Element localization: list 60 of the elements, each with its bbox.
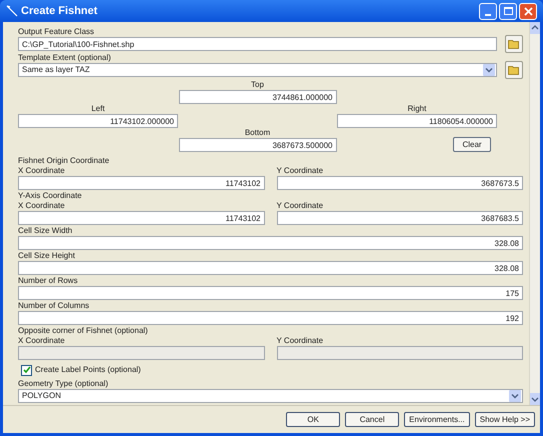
close-button[interactable] (519, 2, 537, 20)
field-label: Y Coordinate (276, 166, 324, 176)
folder-icon (508, 65, 520, 75)
input-field[interactable]: 3687673.500000 (178, 138, 336, 152)
field-label: Cell Size Height (18, 251, 76, 261)
browse-button[interactable] (505, 61, 523, 79)
field-label: Y-Axis Coordinate (18, 191, 83, 201)
window-title: Create Fishnet (21, 4, 98, 19)
field-label: Output Feature Class (18, 27, 96, 37)
browse-button[interactable] (505, 35, 523, 53)
field-label: Number of Rows (18, 276, 79, 286)
scrollbar[interactable] (529, 22, 540, 405)
input-field[interactable]: 175 (18, 286, 523, 300)
field-label: Cell Size Width (18, 226, 74, 236)
field-label: X Coordinate (18, 201, 66, 211)
input-field[interactable]: 3687673.5 (276, 176, 523, 190)
input-field[interactable]: 3744861.000000 (178, 90, 336, 104)
dialog-button[interactable]: Cancel (345, 412, 400, 427)
minimize-button[interactable] (479, 2, 497, 20)
tool-icon (6, 5, 18, 17)
dropdown[interactable]: POLYGON (18, 389, 523, 403)
field-label: Bottom (244, 128, 272, 138)
input-field[interactable]: 328.08 (18, 261, 523, 275)
field-label: Right (406, 104, 428, 114)
dropdown-value: Same as layer TAZ (21, 64, 91, 76)
maximize-button[interactable] (499, 2, 517, 20)
input-field[interactable]: 3687683.5 (276, 211, 523, 225)
clear-button[interactable]: Clear (453, 137, 491, 152)
field-label: Left (90, 104, 106, 114)
field-label: X Coordinate (18, 166, 66, 176)
input-field[interactable]: 11743102 (18, 176, 264, 190)
check-icon (22, 366, 30, 374)
input-field[interactable]: 11806054.000000 (337, 114, 497, 128)
input-field[interactable]: 328.08 (18, 236, 523, 250)
field-label: Fishnet Origin Coordinate (18, 156, 110, 166)
dropdown[interactable]: Same as layer TAZ (18, 63, 497, 77)
close-icon (524, 6, 532, 16)
input-field[interactable]: 11743102 (18, 211, 264, 225)
input-field[interactable]: C:\GP_Tutorial\100-Fishnet.shp (18, 37, 497, 51)
field-label: X Coordinate (18, 336, 66, 346)
chevron-down-icon (509, 390, 521, 402)
field-label: Geometry Type (optional) (18, 379, 110, 389)
dropdown-value: POLYGON (21, 390, 62, 402)
field-label: Y Coordinate (276, 336, 324, 346)
input-field[interactable]: 11743102.000000 (18, 114, 178, 128)
field-label: Y Coordinate (276, 201, 324, 211)
field-label: Opposite corner of Fishnet (optional) (18, 326, 149, 336)
folder-icon (508, 39, 520, 49)
dialog-button[interactable]: OK (286, 412, 340, 427)
checkbox[interactable] (21, 364, 32, 376)
dialog-button[interactable]: Show Help >> (474, 412, 535, 427)
scroll-down-icon[interactable] (530, 393, 540, 405)
checkbox-label: Create Label Points (optional) (35, 364, 141, 376)
chevron-down-icon (483, 64, 495, 76)
field-label: Top (250, 80, 265, 90)
field-label: Number of Columns (18, 301, 90, 311)
field-label: Template Extent (optional) (18, 53, 112, 63)
dialog-button[interactable]: Environments... (404, 412, 470, 427)
input-field[interactable]: 192 (18, 311, 523, 325)
scroll-up-icon[interactable] (530, 22, 540, 34)
